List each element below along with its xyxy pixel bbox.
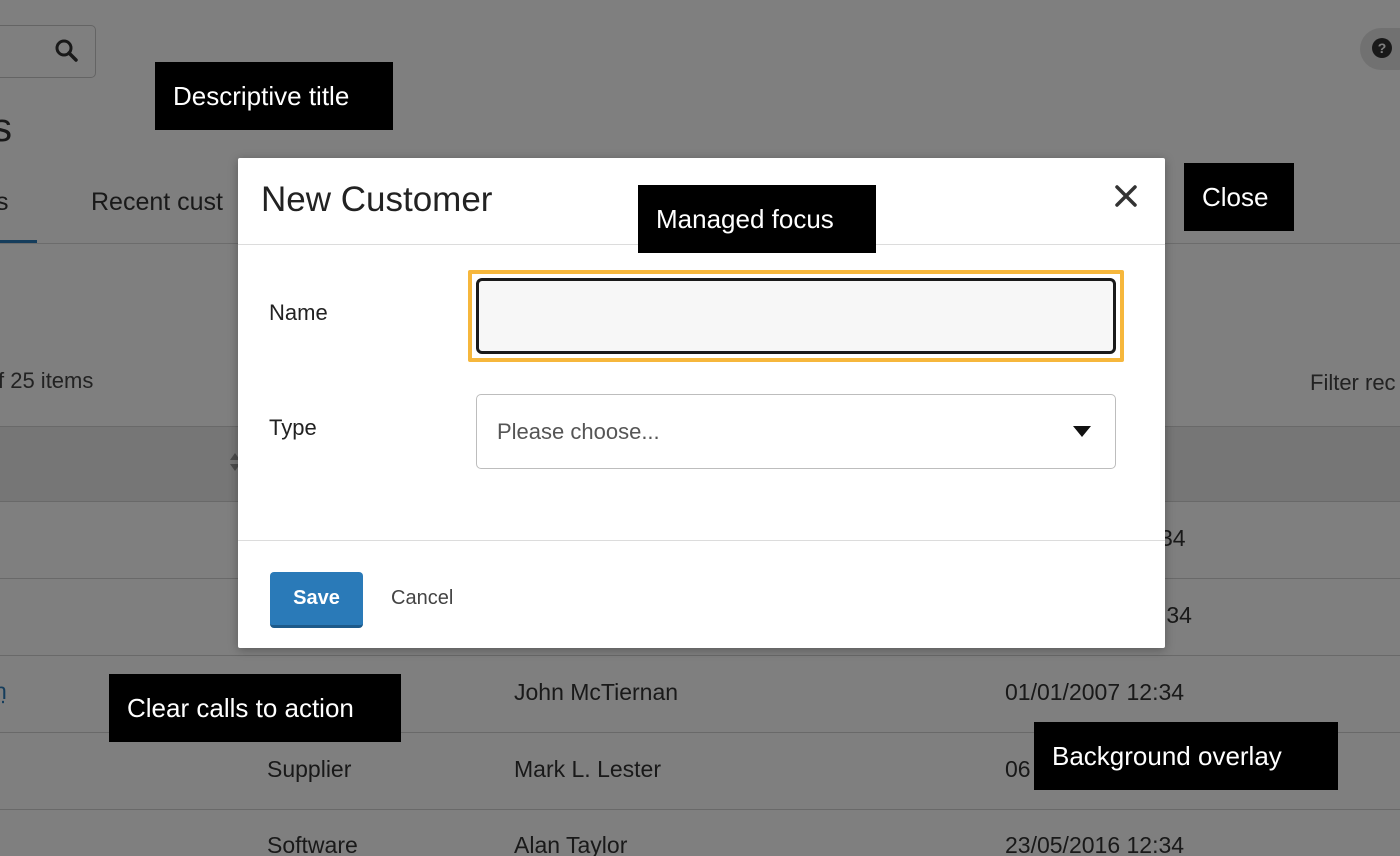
callout-descriptive-title: Descriptive title (155, 62, 393, 130)
callout-clear-calls-to-action: Clear calls to action (109, 674, 401, 742)
type-select-placeholder: Please choose... (497, 419, 660, 444)
type-select[interactable]: Please choose... (476, 394, 1116, 469)
dialog-title: New Customer (261, 180, 493, 219)
chevron-down-icon (1073, 426, 1091, 437)
dialog-footer-divider (238, 540, 1165, 541)
type-label: Type (269, 415, 317, 440)
name-label: Name (269, 300, 328, 325)
callout-managed-focus: Managed focus (638, 185, 876, 253)
callout-background-overlay: Background overlay (1034, 722, 1338, 790)
cancel-button[interactable]: Cancel (391, 587, 453, 610)
name-field[interactable] (476, 278, 1116, 354)
save-button[interactable]: Save (270, 572, 363, 628)
callout-close: Close (1184, 163, 1294, 231)
close-icon[interactable] (1110, 180, 1142, 212)
